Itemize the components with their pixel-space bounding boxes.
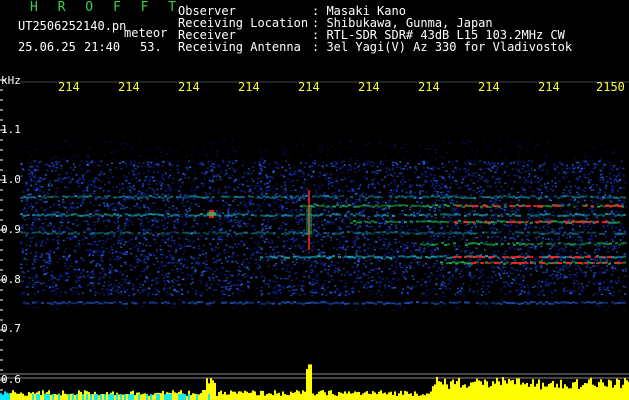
x-tick-label: 214 — [118, 80, 140, 94]
y-tick-label: 0.6 — [1, 373, 21, 386]
y-axis-unit: kHz — [1, 74, 21, 87]
event-label: meteor — [124, 26, 168, 40]
x-tick-label: 214 — [478, 80, 500, 94]
capture-seconds: 53. — [140, 40, 162, 54]
x-tick-label: 214 — [418, 80, 440, 94]
x-tick-label: 2150 — [596, 80, 625, 94]
signal-strength-bar — [0, 364, 629, 400]
app-title: H R O F F T — [30, 0, 183, 15]
y-tick-label: 1.0 — [1, 173, 21, 186]
capture-date: 25.06.25 — [18, 40, 76, 54]
spectrogram-area — [20, 140, 627, 311]
axis-ticks — [0, 79, 629, 391]
y-tick-label: 1.1 — [1, 123, 21, 136]
x-tick-label: 214 — [58, 80, 80, 94]
x-tick-label: 214 — [538, 80, 560, 94]
file-name: UT2506252140.pn — [18, 19, 127, 33]
spectrogram-panel — [0, 79, 629, 400]
y-tick-label: 0.7 — [1, 322, 21, 335]
antenna-label: Receiving Antenna — [178, 40, 301, 54]
x-tick-label: 214 — [178, 80, 200, 94]
antenna-value: : 3el Yagi(V) Az 330 for Vladivostok — [312, 40, 573, 54]
x-tick-label: 214 — [238, 80, 260, 94]
y-tick-label: 0.8 — [1, 273, 21, 286]
x-tick-label: 214 — [358, 80, 380, 94]
y-tick-label: 0.9 — [1, 223, 21, 236]
capture-time: 21:40 — [84, 40, 121, 54]
x-tick-label: 214 — [298, 80, 320, 94]
